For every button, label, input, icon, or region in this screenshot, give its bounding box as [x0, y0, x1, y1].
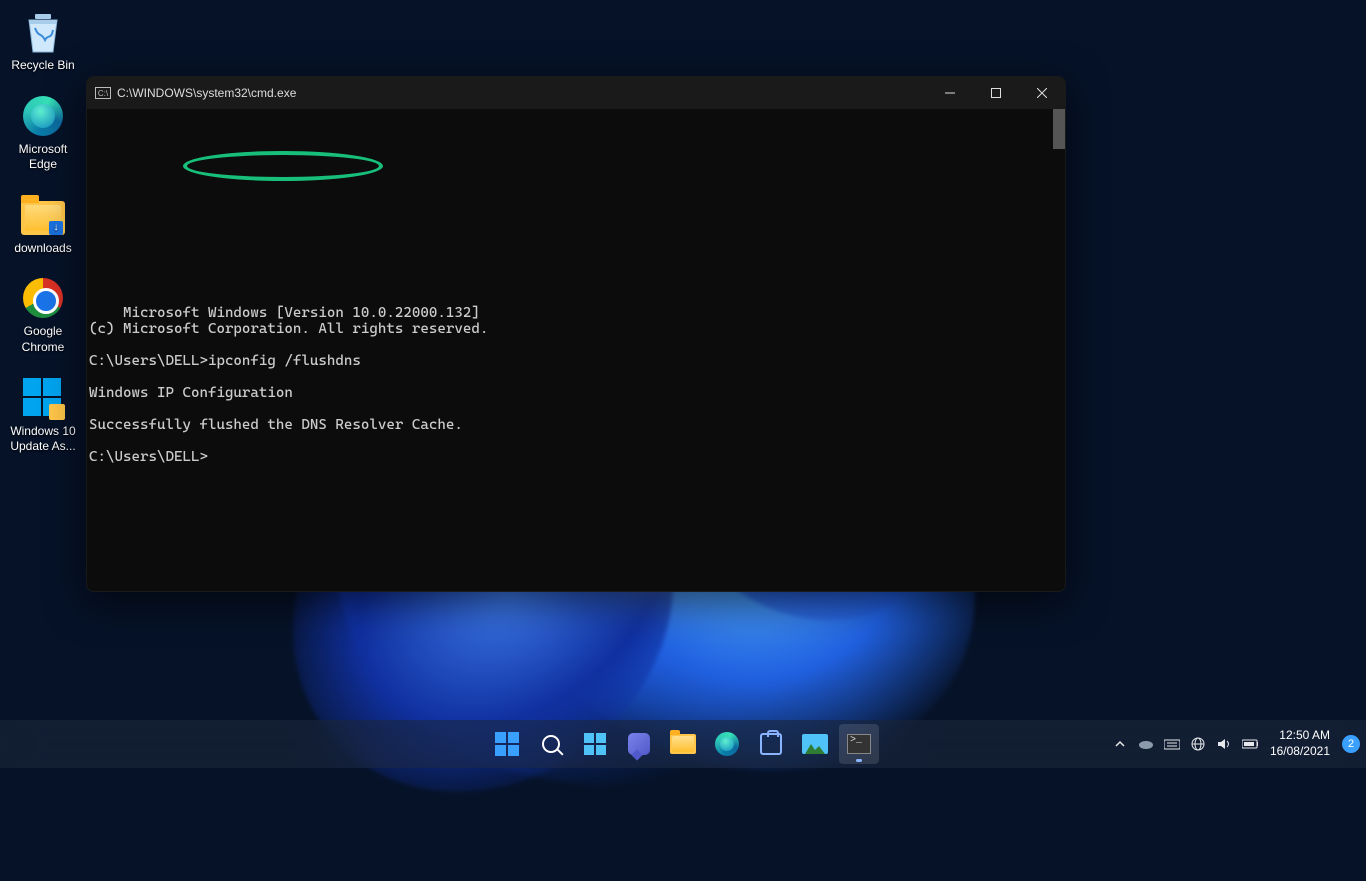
term-line: Windows IP Configuration [89, 385, 293, 401]
close-button[interactable] [1019, 77, 1065, 109]
edge-label: Microsoft Edge [5, 142, 81, 173]
edge-desktop-icon[interactable]: Microsoft Edge [5, 94, 81, 173]
start-icon [495, 732, 519, 756]
close-icon [1037, 88, 1047, 98]
term-line: Microsoft Windows [Version 10.0.22000.13… [123, 305, 480, 321]
battery-icon[interactable] [1242, 736, 1258, 752]
term-line: Successfully flushed the DNS Resolver Ca… [89, 417, 463, 433]
term-line: C:\Users\DELL>ipconfig /flushdns [89, 353, 361, 369]
cmd-taskbar-button[interactable] [839, 724, 879, 764]
clock-time: 12:50 AM [1270, 728, 1330, 744]
keyboard-icon[interactable] [1164, 736, 1180, 752]
window-title: C:\WINDOWS\system32\cmd.exe [117, 86, 296, 100]
downloads-label: downloads [5, 241, 81, 257]
chat-icon [628, 733, 650, 755]
taskbar: 12:50 AM 16/08/2021 2 [0, 720, 1366, 768]
tray-chevron-icon[interactable] [1112, 736, 1128, 752]
widgets-button[interactable] [575, 724, 615, 764]
system-tray[interactable] [1112, 736, 1258, 752]
edge-icon [23, 96, 63, 136]
chrome-icon [23, 278, 63, 318]
trash-icon [23, 10, 63, 54]
recycle-bin-icon[interactable]: Recycle Bin [5, 10, 81, 74]
titlebar[interactable]: C:\ C:\WINDOWS\system32\cmd.exe [87, 77, 1065, 109]
notification-badge[interactable]: 2 [1342, 735, 1360, 753]
taskbar-clock[interactable]: 12:50 AM 16/08/2021 [1270, 728, 1330, 759]
terminal-output[interactable]: Microsoft Windows [Version 10.0.22000.13… [87, 109, 1065, 591]
terminal-icon [847, 734, 871, 754]
term-line: (c) Microsoft Corporation. All rights re… [89, 321, 488, 337]
photos-button[interactable] [795, 724, 835, 764]
minimize-button[interactable] [927, 77, 973, 109]
widgets-icon [584, 733, 606, 755]
minimize-icon [945, 88, 955, 98]
edge-taskbar-button[interactable] [707, 724, 747, 764]
clock-date: 16/08/2021 [1270, 744, 1330, 760]
win10-update-icon[interactable]: Windows 10 Update As... [5, 376, 81, 455]
edge-icon [715, 732, 739, 756]
taskbar-center [487, 724, 879, 764]
chrome-desktop-icon[interactable]: Google Chrome [5, 276, 81, 355]
store-icon [760, 733, 782, 755]
taskbar-right: 12:50 AM 16/08/2021 2 [1112, 728, 1360, 759]
recycle-bin-label: Recycle Bin [5, 58, 81, 74]
search-button[interactable] [531, 724, 571, 764]
term-line: C:\Users\DELL> [89, 449, 208, 465]
windows-icon [23, 378, 63, 418]
file-explorer-button[interactable] [663, 724, 703, 764]
cmd-titlebar-icon: C:\ [95, 87, 111, 99]
desktop-icons: Recycle Bin Microsoft Edge ↓ downloads G… [5, 10, 85, 475]
cmd-window[interactable]: C:\ C:\WINDOWS\system32\cmd.exe Microsof… [86, 76, 1066, 592]
downloads-folder-icon[interactable]: ↓ downloads [5, 193, 81, 257]
scrollbar[interactable] [1053, 109, 1065, 149]
network-icon[interactable] [1190, 736, 1206, 752]
notification-count: 2 [1348, 738, 1354, 750]
folder-icon [670, 734, 696, 754]
folder-icon: ↓ [21, 201, 65, 235]
search-icon [542, 735, 560, 753]
onedrive-icon[interactable] [1138, 736, 1154, 752]
maximize-icon [991, 88, 1001, 98]
store-button[interactable] [751, 724, 791, 764]
chrome-label: Google Chrome [5, 324, 81, 355]
volume-icon[interactable] [1216, 736, 1232, 752]
maximize-button[interactable] [973, 77, 1019, 109]
image-icon [802, 734, 828, 754]
win10-update-label: Windows 10 Update As... [5, 424, 81, 455]
start-button[interactable] [487, 724, 527, 764]
chat-button[interactable] [619, 724, 659, 764]
annotation-circle [183, 151, 383, 181]
